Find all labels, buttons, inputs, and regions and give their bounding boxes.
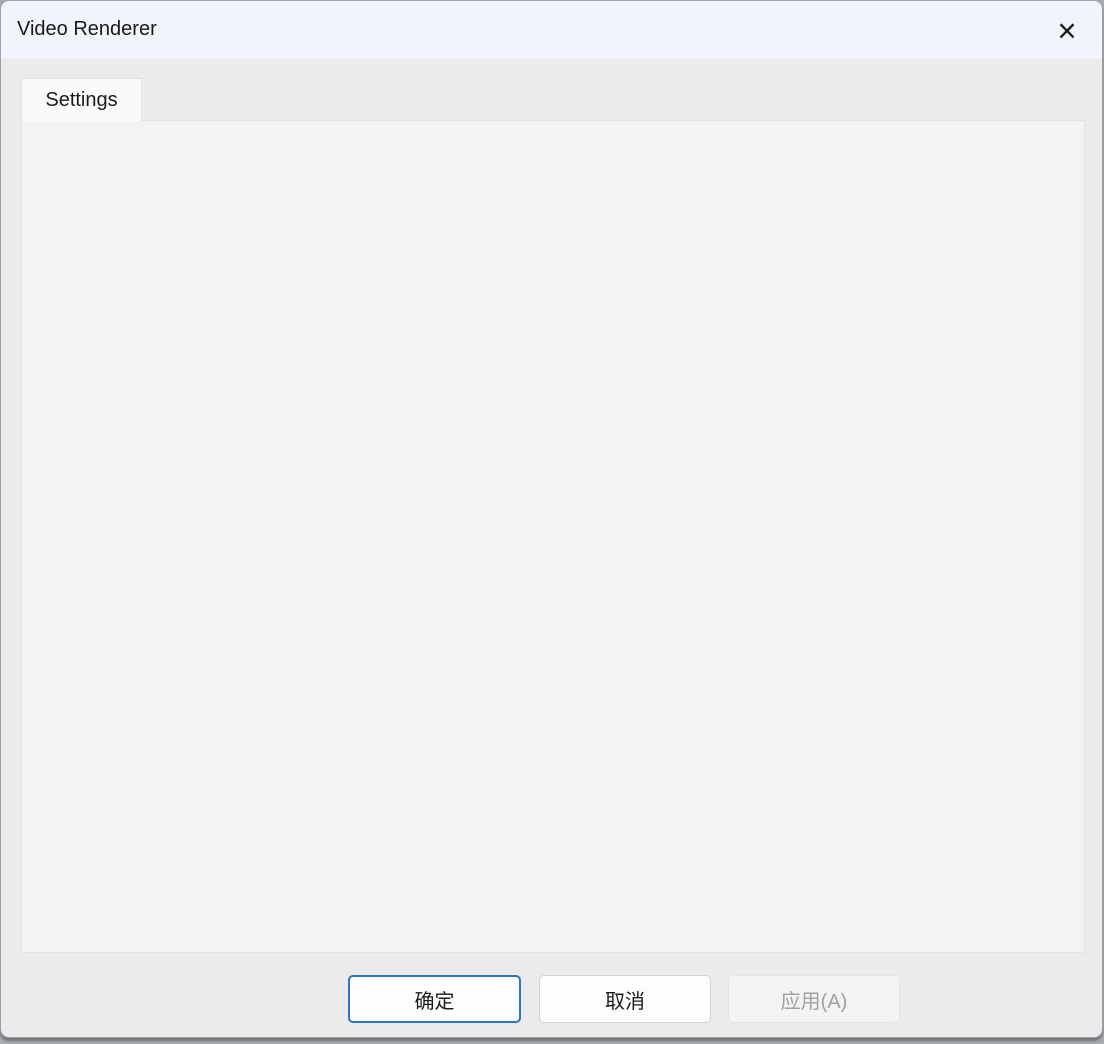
window-title: Video Renderer <box>17 18 157 41</box>
tab-settings[interactable]: Settings <box>21 78 142 121</box>
settings-tab-page <box>21 120 1085 953</box>
apply-button: 应用(A) <box>728 975 900 1023</box>
video-renderer-dialog: Video Renderer × Settings Use Direct3D 1… <box>0 0 1103 1038</box>
cancel-button[interactable]: 取消 <box>539 975 711 1023</box>
close-icon[interactable]: × <box>1043 9 1091 53</box>
ok-button[interactable]: 确定 <box>348 975 521 1023</box>
titlebar: Video Renderer × <box>1 1 1102 59</box>
